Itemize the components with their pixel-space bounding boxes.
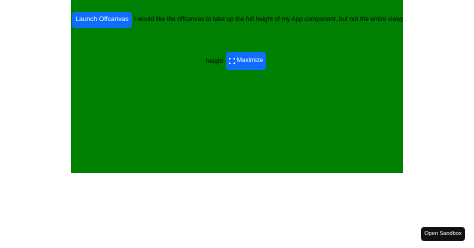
height-label: height: [206, 58, 224, 65]
launch-offcanvas-button[interactable]: Launch Offcanvas: [72, 12, 132, 28]
maximize-button[interactable]: Maximize: [226, 52, 266, 70]
maximize-icon: [228, 58, 235, 64]
open-sandbox-button[interactable]: Open Sandbox: [421, 227, 465, 241]
app-container: Launch Offcanvas I would like the offcan…: [71, 0, 403, 173]
description-text: I would like the offcanvas to take up th…: [134, 16, 403, 23]
maximize-label: Maximize: [236, 57, 264, 64]
